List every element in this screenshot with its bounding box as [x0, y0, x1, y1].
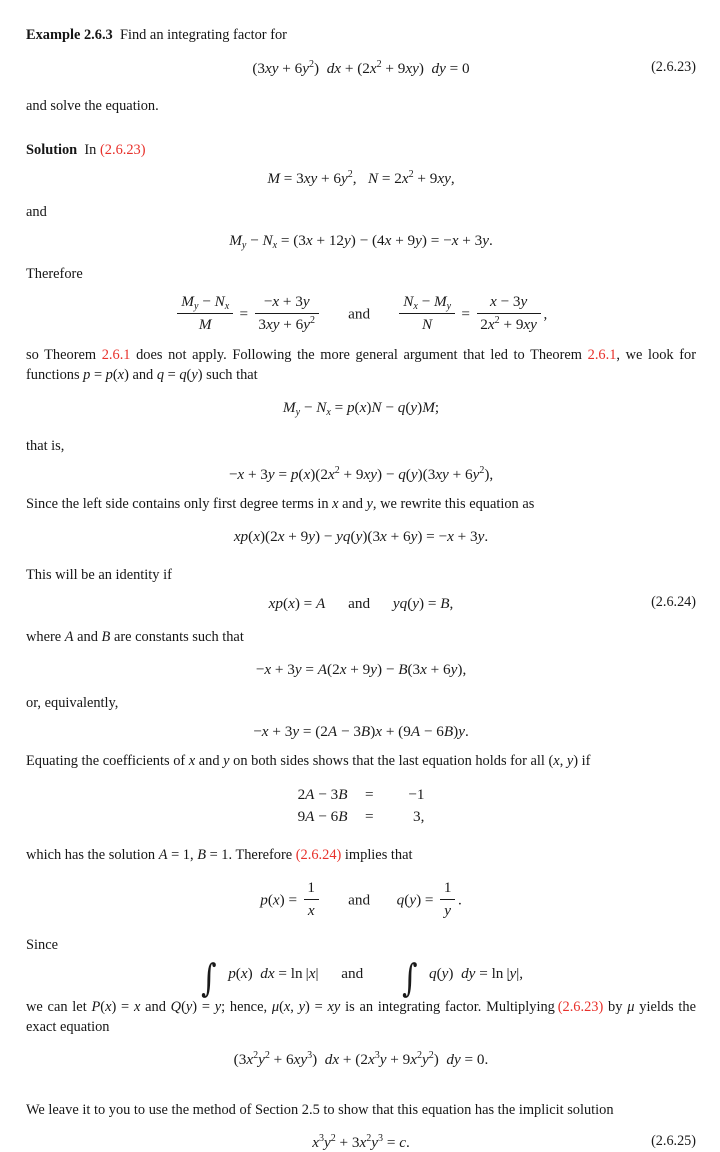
fraction-My-Nx-over-M: My − Nx M	[177, 292, 233, 336]
solution-values-paragraph: which has the solution A = 1, B = 1. The…	[26, 847, 413, 864]
integral-icon: ∫	[201, 955, 217, 1000]
connector-therefore: Therefore	[26, 265, 83, 282]
fraction-one-over-x: 1 x	[303, 878, 319, 922]
connector-that-is: that is,	[26, 437, 65, 454]
system-right: 3,	[413, 808, 425, 826]
equation-number: (2.6.25)	[651, 1133, 696, 1150]
system-row: 9A − 6B = 3,	[298, 806, 425, 828]
equation-body: My − Nx M = −x + 3y 3xy + 6y2 and Nx − M…	[26, 293, 696, 337]
display-equation-fractions: My − Nx M = −x + 3y 3xy + 6y2 and Nx − M…	[26, 293, 696, 337]
equation-body: −x + 3y = A(2x + 9y) − B(3x + 6y),	[255, 661, 467, 679]
theorem-reference-link-1[interactable]: 2.6.1	[102, 347, 131, 363]
equating-paragraph: Equating the coefficients of x and y on …	[26, 752, 591, 769]
display-equation-2-6-25: x3y2 + 3x2y3 = c. (2.6.25)	[26, 1133, 696, 1152]
example-prompt: Find an integrating factor for	[119, 27, 287, 43]
implicit-solution-paragraph: We leave it to you to use the method of …	[26, 1101, 614, 1118]
constants-paragraph: where A and B are constants such that	[26, 628, 244, 645]
connector-and: and	[26, 203, 47, 220]
equation-body: −x + 3y = (2A − 3B)x + (9A − 6B)y.	[253, 723, 469, 741]
system-relation: =	[364, 808, 374, 826]
theorem-text-1: so Theorem	[26, 347, 102, 364]
first-degree-paragraph: Since the left side contains only first …	[26, 495, 535, 512]
fraction-result-2: x − 3y 2x2 + 9xy	[476, 292, 541, 336]
connector-or-equivalently: or, equivalently,	[26, 694, 119, 711]
solution-label: Solution	[26, 141, 78, 158]
display-equation-system: 2A − 3B = −1 9A − 6B = 3,	[26, 784, 696, 828]
display-equation-equivalent: −x + 3y = (2A − 3B)x + (9A − 6B)y.	[26, 722, 696, 743]
equation-body: xp(x)(2x + 9y) − yq(y)(3x + 6y) = −x + 3…	[233, 528, 489, 546]
solution-heading: Solution In (2.6.23)	[26, 141, 696, 161]
display-equation-constants: −x + 3y = A(2x + 9y) − B(3x + 6y),	[26, 660, 696, 681]
equation-body: My − Nx = (3x + 12y) − (4x + 9y) = −x + …	[229, 232, 493, 251]
equation-body: x3y2 + 3x2y3 = c.	[312, 1133, 410, 1152]
theorem-text-2: does not apply. Following the more gener…	[130, 347, 588, 364]
equation-number: (2.6.24)	[651, 594, 696, 611]
equation-reference-link[interactable]: (2.6.23)	[558, 999, 604, 1015]
display-equation-M-N: M = 3xy + 6y2, N = 2x2 + 9xy,	[26, 169, 696, 190]
display-equation-identity: My − Nx = p(x)N − q(y)M;	[26, 398, 696, 419]
fraction-one-over-y: 1 y	[440, 878, 456, 922]
system-left: 9A − 6B	[297, 808, 348, 826]
integrating-factor-paragraph: we can let P(x) = x and Q(y) = y; hence,…	[26, 999, 696, 1035]
display-equation-exact: (3x2y2 + 6xy3) dx + (2x3y + 9x2y2) dy = 0.	[26, 1050, 696, 1071]
equation-body: M = 3xy + 6y2, N = 2x2 + 9xy,	[267, 168, 455, 188]
system-right: −1	[408, 786, 425, 804]
fraction-result-1: −x + 3y 3xy + 6y2	[254, 292, 319, 336]
theorem-paragraph: so Theorem 2.6.1 does not apply. Followi…	[26, 347, 696, 383]
fraction-Nx-My-over-N: Nx − My N	[399, 292, 455, 336]
integral-icon: ∫	[401, 955, 418, 1000]
display-equation-My-Nx: My − Nx = (3x + 12y) − (4x + 9y) = −x + …	[26, 231, 696, 252]
equation-reference-link[interactable]: (2.6.23)	[100, 142, 146, 158]
equation-body: p(x) = 1 x and q(y) = 1 y .	[26, 879, 696, 923]
equation-system: 2A − 3B = −1 9A − 6B = 3,	[298, 784, 425, 828]
display-equation-integrals: ∫ p(x) dx = ln |x| and ∫ q(y) dy = ln |y|,	[26, 955, 696, 1000]
equation-number: (2.6.23)	[651, 58, 696, 75]
identity-intro: This will be an identity if	[26, 566, 172, 583]
display-equation-2-6-23: (3xy + 6y2) dx + (2x2 + 9xy) dy = 0 (2.6.2…	[26, 59, 696, 80]
system-row: 2A − 3B = −1	[298, 784, 425, 806]
display-equation-2-6-24: xp(x) = Aand yq(y) = B, (2.6.24)	[26, 594, 696, 615]
equation-reference-link[interactable]: (2.6.24)	[296, 847, 342, 863]
display-equation-rewritten: xp(x)(2x + 9y) − yq(y)(3x + 6y) = −x + 3…	[26, 527, 696, 548]
connector-since: Since	[26, 936, 58, 953]
equation-body: ∫ p(x) dx = ln |x| and ∫ q(y) dy = ln |y|,	[201, 955, 524, 1000]
textbook-page: Example 2.6.3 Find an integrating factor …	[0, 0, 720, 1152]
system-left: 2A − 3B	[297, 786, 348, 804]
example-label: Example 2.6.3	[26, 27, 113, 43]
display-equation-p-q: p(x) = 1 x and q(y) = 1 y .	[26, 879, 696, 923]
after-equation-text: and solve the equation.	[26, 98, 159, 115]
equation-body: (3x2y2 + 6xy3) dx + (2x3y + 9x2y2) dy = 0.	[233, 1050, 489, 1069]
equation-body: (3xy + 6y2) dx + (2x2 + 9xy) dy = 0	[252, 58, 470, 77]
equation-body: My − Nx = p(x)N − q(y)M;	[282, 399, 440, 418]
theorem-reference-link-2[interactable]: 2.6.1	[588, 347, 617, 363]
display-equation-expanded: −x + 3y = p(x)(2x2 + 9xy) − q(y)(3xy + 6…	[26, 465, 696, 486]
example-heading: Example 2.6.3 Find an integrating factor …	[26, 26, 696, 46]
equation-body: −x + 3y = p(x)(2x2 + 9xy) − q(y)(3xy + 6…	[228, 465, 494, 484]
system-relation: =	[364, 786, 374, 804]
solution-intro-text: In	[84, 141, 100, 158]
equation-body: xp(x) = Aand yq(y) = B,	[268, 595, 454, 613]
